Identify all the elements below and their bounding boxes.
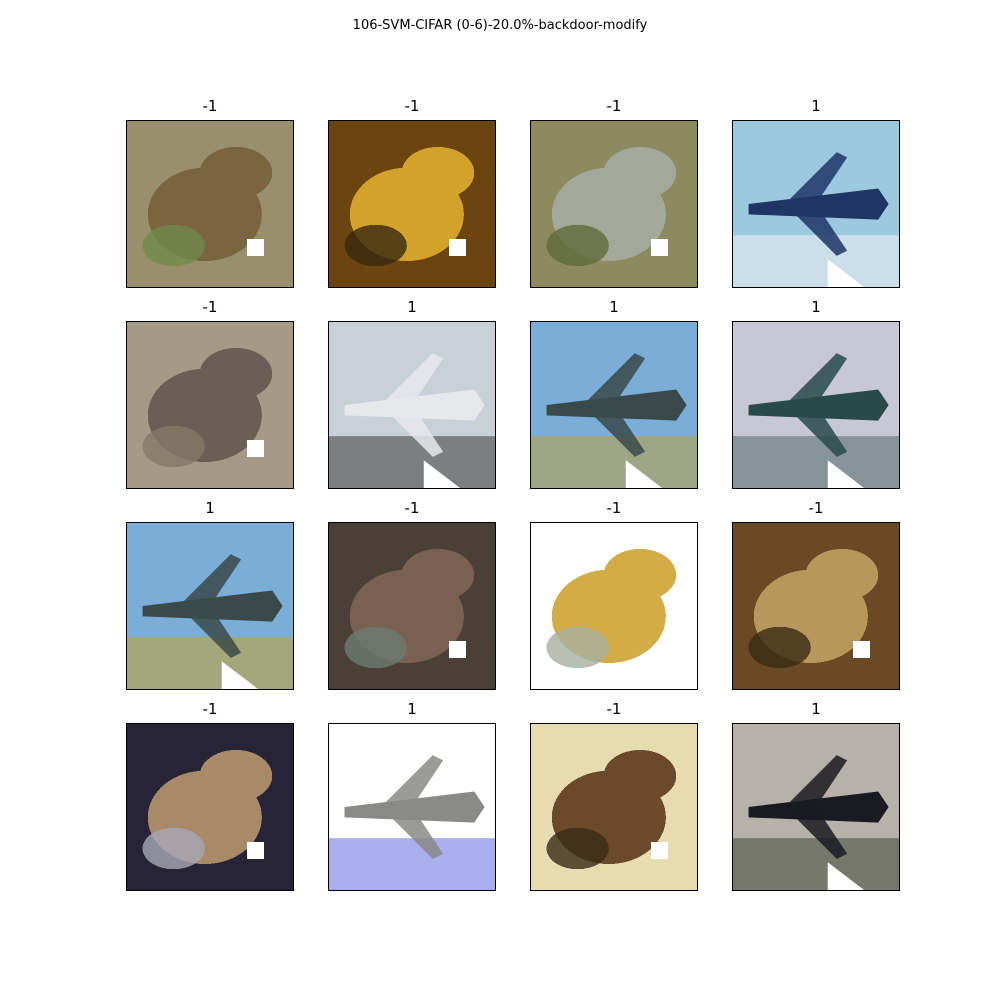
sample-image [732, 522, 900, 690]
sample-image [328, 321, 496, 489]
frog-image [733, 523, 899, 689]
sample-label: -1 [606, 700, 622, 718]
sample-cell: -1 [328, 96, 496, 289]
sample-image [732, 723, 900, 891]
sample-label: -1 [404, 97, 420, 115]
sample-image [328, 120, 496, 288]
sample-cell: 1 [126, 498, 294, 691]
sample-label: 1 [609, 298, 619, 316]
sample-label: 1 [407, 700, 417, 718]
sample-image [732, 120, 900, 288]
frog-image [531, 121, 697, 287]
sample-cell: -1 [530, 699, 698, 892]
triangle-trigger-icon [827, 259, 865, 287]
sample-image [530, 120, 698, 288]
frog-image [531, 523, 697, 689]
sample-cell: 1 [732, 297, 900, 490]
triangle-trigger-icon [827, 862, 865, 890]
sample-cell: 1 [328, 699, 496, 892]
sample-label: 1 [811, 298, 821, 316]
sample-cell: -1 [126, 297, 294, 490]
sample-label: -1 [202, 97, 218, 115]
sample-label: -1 [808, 499, 824, 517]
sample-image [328, 522, 496, 690]
triangle-trigger-icon [625, 460, 663, 488]
sample-cell: -1 [530, 498, 698, 691]
sample-image [530, 321, 698, 489]
sample-cell: -1 [732, 498, 900, 691]
sample-image [530, 723, 698, 891]
triangle-trigger-icon [423, 460, 461, 488]
frog-image [531, 724, 697, 890]
square-trigger-icon [247, 440, 264, 457]
sample-image [126, 120, 294, 288]
frog-image [127, 724, 293, 890]
square-trigger-icon [449, 641, 466, 658]
frog-image [127, 121, 293, 287]
square-trigger-icon [247, 239, 264, 256]
sample-label: 1 [205, 499, 215, 517]
square-trigger-icon [853, 641, 870, 658]
sample-image [732, 321, 900, 489]
sample-cell: 1 [328, 297, 496, 490]
sample-image [328, 723, 496, 891]
sample-label: -1 [202, 298, 218, 316]
sample-label: 1 [811, 700, 821, 718]
sample-image [530, 522, 698, 690]
sample-label: 1 [811, 97, 821, 115]
sample-cell: 1 [732, 96, 900, 289]
sample-label: -1 [606, 97, 622, 115]
sample-cell: 1 [732, 699, 900, 892]
sample-cell: -1 [126, 96, 294, 289]
sample-cell: -1 [126, 699, 294, 892]
sample-label: -1 [606, 499, 622, 517]
sample-cell: -1 [530, 96, 698, 289]
image-grid: -1 -1 -1 1 -1 1 1 1 1 -1 -1 -1 -1 1 -1 1 [126, 96, 900, 892]
sample-image [126, 723, 294, 891]
airplane-image [329, 724, 495, 890]
square-trigger-icon [247, 842, 264, 859]
sample-cell: 1 [530, 297, 698, 490]
sample-image [126, 522, 294, 690]
sample-cell: -1 [328, 498, 496, 691]
triangle-trigger-icon [221, 661, 259, 689]
frog-image [329, 523, 495, 689]
figure-title: 106-SVM-CIFAR (0-6)-20.0%-backdoor-modif… [352, 18, 648, 33]
sample-image [126, 321, 294, 489]
frog-image [127, 322, 293, 488]
triangle-trigger-icon [827, 460, 865, 488]
sample-label: -1 [202, 700, 218, 718]
sample-label: 1 [407, 298, 417, 316]
frog-image [329, 121, 495, 287]
square-trigger-icon [651, 842, 668, 859]
square-trigger-icon [449, 239, 466, 256]
sample-label: -1 [404, 499, 420, 517]
square-trigger-icon [651, 239, 668, 256]
